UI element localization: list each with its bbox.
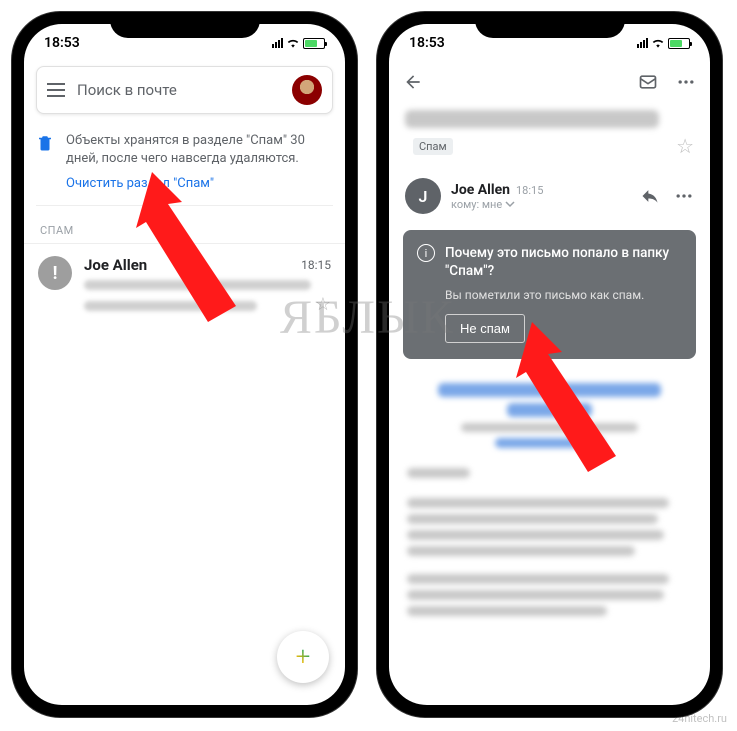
star-icon[interactable]: ☆ — [676, 134, 694, 158]
body-blur — [407, 606, 607, 616]
avatar[interactable] — [292, 75, 322, 105]
subject-blur — [405, 110, 659, 128]
menu-icon[interactable] — [47, 83, 65, 97]
to-line[interactable]: кому: мне — [451, 198, 630, 211]
sender-time: 18:15 — [516, 184, 543, 197]
spam-badge-icon: ! — [38, 256, 72, 290]
battery-icon — [668, 38, 690, 49]
phone-right: 18:53 — [377, 12, 722, 717]
trash-icon — [36, 134, 54, 191]
card-subtitle: Вы пометили это письмо как спам. — [445, 288, 682, 302]
search-bar[interactable]: Поиск в почте — [36, 66, 333, 114]
banner-text: Объекты хранятся в разделе "Спам" 30 дне… — [66, 132, 333, 168]
signal-icon — [272, 38, 283, 48]
body-blur — [407, 468, 470, 478]
watermark-small: 24hitech.ru — [672, 712, 727, 725]
body-blur — [407, 546, 635, 556]
sender-name: Joe Allen — [451, 182, 510, 198]
notch — [475, 12, 625, 38]
reply-icon[interactable] — [640, 186, 660, 206]
notch — [110, 12, 260, 38]
phone-left: 18:53 Поиск в почте Объекты хранятся в р… — [12, 12, 357, 717]
body-blur — [407, 514, 658, 524]
body-blur — [407, 574, 669, 584]
body-blur — [407, 498, 669, 508]
sender-row: J Joe Allen 18:15 кому: мне — [389, 168, 710, 220]
body-blur — [407, 590, 664, 600]
chevron-down-icon — [505, 199, 515, 209]
plus-icon: + — [296, 642, 311, 672]
more-icon[interactable] — [674, 186, 694, 206]
wifi-icon — [651, 38, 665, 48]
back-icon[interactable] — [403, 72, 423, 92]
more-icon[interactable] — [676, 72, 696, 92]
avatar-icon[interactable]: J — [405, 178, 441, 214]
signal-icon — [637, 38, 648, 48]
search-placeholder: Поиск в почте — [77, 81, 280, 99]
status-time: 18:53 — [44, 35, 80, 51]
status-time: 18:53 — [409, 35, 445, 51]
card-title: Почему это письмо попало в папку "Спам"? — [445, 244, 682, 280]
label-chip[interactable]: Спам — [413, 138, 453, 155]
mail-time: 18:15 — [301, 258, 331, 272]
body-blur — [407, 530, 664, 540]
compose-button[interactable]: + — [277, 631, 329, 683]
toolbar — [389, 58, 710, 106]
archive-icon[interactable] — [638, 72, 658, 92]
wifi-icon — [286, 38, 300, 48]
star-icon[interactable]: ☆ — [315, 294, 331, 315]
info-icon: i — [417, 244, 435, 262]
battery-icon — [303, 38, 325, 49]
